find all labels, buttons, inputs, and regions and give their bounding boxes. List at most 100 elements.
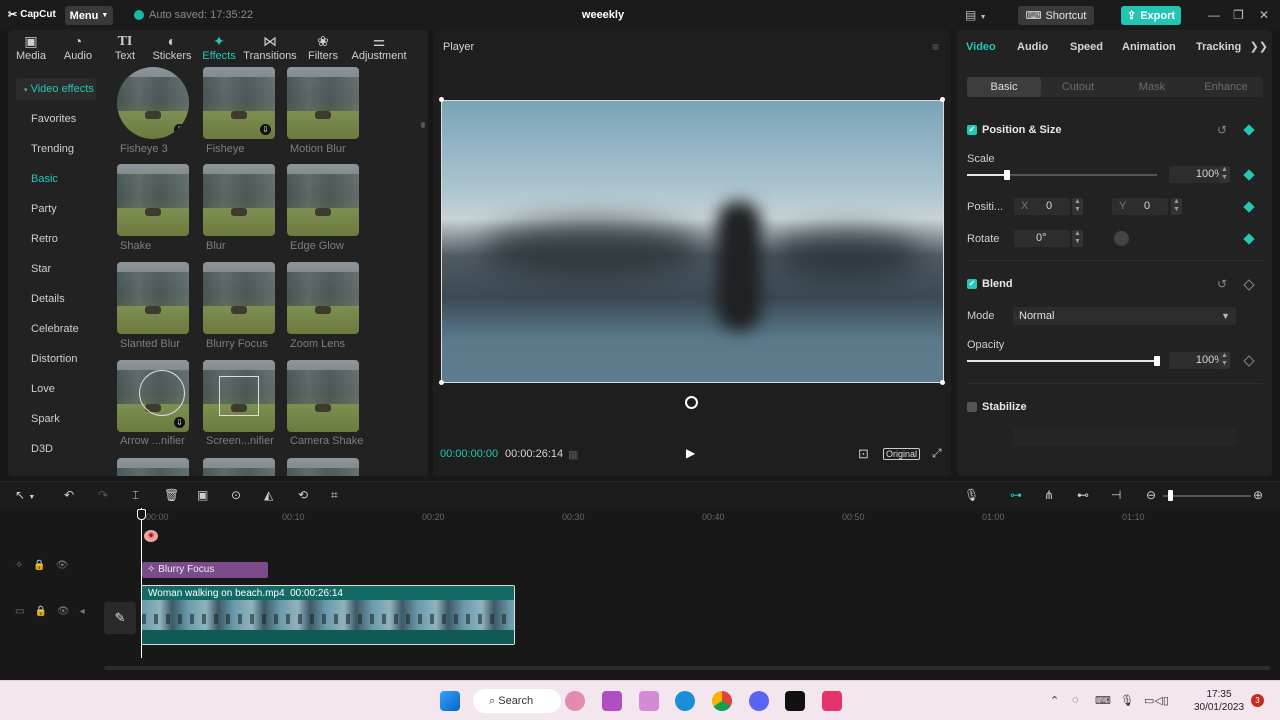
keyboard-icon[interactable]: ⌨	[1095, 694, 1111, 707]
scale-slider[interactable]	[967, 170, 1157, 180]
effect-thumb-zoom-lens[interactable]	[287, 262, 359, 334]
zoom-in-icon[interactable]: ⊕	[1253, 488, 1263, 502]
subtab-basic[interactable]: Basic	[967, 77, 1041, 97]
keyframe-icon[interactable]	[1243, 169, 1255, 181]
snap-icon[interactable]: ⋔	[1044, 488, 1054, 502]
category-party[interactable]: Party	[8, 194, 104, 224]
marker-icon[interactable]: ◉	[144, 530, 158, 542]
category-trending[interactable]: Trending	[8, 134, 104, 164]
lock-icon[interactable]: 🔒	[33, 560, 45, 571]
notification-badge[interactable]: 3	[1251, 694, 1264, 707]
ratio-button[interactable]: Original	[883, 448, 921, 460]
lock-icon[interactable]: 🔒	[34, 606, 46, 617]
tab-audio[interactable]: ◔ Audio	[54, 30, 102, 66]
effect-thumb-screen-magnifier[interactable]	[203, 360, 275, 432]
slider-knob[interactable]	[1154, 356, 1160, 366]
fullscreen-icon[interactable]: ⤢	[932, 446, 942, 461]
category-basic[interactable]: Basic	[8, 164, 104, 194]
tab-adjustment[interactable]: ⚌ Adjustment	[348, 30, 410, 66]
keyframe-icon[interactable]	[1243, 355, 1255, 367]
layout-icon[interactable]: ▤ ▼	[965, 8, 987, 22]
adobe-illustrator-icon[interactable]	[639, 691, 659, 711]
taskbar-search[interactable]: ⌕ Search	[473, 689, 561, 713]
effect-thumb-partial[interactable]	[203, 458, 275, 476]
keyframe-icon[interactable]	[1243, 201, 1255, 213]
slider-knob[interactable]	[1004, 170, 1010, 180]
tab-animation[interactable]: Animation	[1122, 41, 1196, 53]
project-title[interactable]: weeekly	[560, 9, 646, 21]
app-icon[interactable]	[602, 691, 622, 711]
rotate-handle-icon[interactable]	[685, 396, 698, 409]
category-distortion[interactable]: Distortion	[8, 344, 104, 374]
position-y-field[interactable]: Y0	[1112, 198, 1168, 215]
zoom-slider[interactable]	[1163, 495, 1251, 497]
undo-icon[interactable]: ↶	[64, 488, 74, 502]
blend-mode-select[interactable]: Normal ▼	[1013, 307, 1236, 325]
edit-cover-icon[interactable]: ✎	[104, 602, 136, 634]
stabilize-section[interactable]: Stabilize	[967, 401, 1027, 413]
checkbox-icon[interactable]	[967, 402, 977, 412]
rotate-stepper-icon[interactable]: ▲ ▼	[1072, 230, 1083, 247]
position-size-section[interactable]: ✓ Position & Size	[967, 124, 1061, 136]
effect-thumb-partial[interactable]	[117, 458, 189, 476]
rotate-dial-icon[interactable]	[1114, 231, 1129, 246]
zoom-slider-knob[interactable]	[1168, 490, 1173, 501]
tab-transitions[interactable]: ⋈ Transitions	[242, 30, 298, 66]
reset-icon[interactable]: ↺	[1217, 123, 1227, 137]
taskbar-clock[interactable]: 17:35 30/01/2023	[1193, 688, 1245, 714]
timeline-scrollbar[interactable]	[104, 666, 1270, 670]
redo-icon[interactable]: ↷	[98, 488, 108, 502]
effect-thumb-motion-blur[interactable]	[287, 67, 359, 139]
more-tabs-icon[interactable]: ❯❯	[1250, 40, 1268, 53]
effect-thumb-blurry-focus[interactable]	[203, 262, 275, 334]
chrome-icon[interactable]	[712, 691, 732, 711]
split-icon[interactable]: ⌶	[132, 488, 139, 503]
rotate-clip-icon[interactable]: ⟲	[298, 488, 308, 502]
discord-icon[interactable]	[749, 691, 769, 711]
opacity-stepper-icon[interactable]: ▲ ▼	[1219, 352, 1230, 369]
keyframe-icon[interactable]	[1243, 279, 1255, 291]
mirror-icon[interactable]: ◭	[264, 488, 273, 502]
capcut-taskbar-icon[interactable]	[785, 691, 805, 711]
tab-text[interactable]: TI Text	[102, 30, 148, 66]
y-stepper-icon[interactable]: ▲ ▼	[1171, 198, 1182, 215]
category-celebrate[interactable]: Celebrate	[8, 314, 104, 344]
audio-mute-icon[interactable]: ◂	[80, 606, 85, 617]
close-icon[interactable]: ✕	[1259, 8, 1269, 22]
category-star[interactable]: Star	[8, 254, 104, 284]
tab-stickers[interactable]: ◐ Stickers	[148, 30, 196, 66]
crop-icon[interactable]: ⌗	[331, 488, 338, 503]
edge-browser-icon[interactable]	[675, 691, 695, 711]
effect-thumb-partial[interactable]	[287, 458, 359, 476]
effect-thumb-arrow-magnifier[interactable]: ⇩	[117, 360, 189, 432]
subtab-cutout[interactable]: Cutout	[1041, 77, 1115, 97]
tiktok-icon[interactable]	[822, 691, 842, 711]
subtab-enhance[interactable]: Enhance	[1189, 77, 1263, 97]
effect-thumb-slanted-blur[interactable]	[117, 262, 189, 334]
select-cursor-icon[interactable]: ↖ ▼	[15, 488, 35, 502]
eye-icon[interactable]: 👁	[57, 606, 70, 617]
effect-thumb-fisheye[interactable]: ⇩	[203, 67, 275, 139]
effect-thumb-shake[interactable]	[117, 164, 189, 236]
zoom-out-icon[interactable]: ⊖	[1146, 488, 1156, 502]
chevron-up-icon[interactable]: ⌃	[1050, 694, 1059, 707]
freeze-icon[interactable]: ▣	[197, 488, 208, 502]
resize-handle[interactable]	[940, 97, 945, 102]
play-icon[interactable]: ▶	[686, 446, 695, 460]
tab-audio[interactable]: Audio	[1017, 41, 1070, 53]
hamburger-menu-icon[interactable]: ≡	[932, 40, 939, 54]
position-x-field[interactable]: X0	[1014, 198, 1070, 215]
delete-icon[interactable]: 🗑	[164, 488, 179, 502]
microphone-icon[interactable]: 🎙	[1120, 694, 1134, 707]
keyframe-icon[interactable]	[1243, 124, 1255, 136]
timecode-grid-icon[interactable]: ▦	[568, 448, 578, 461]
tab-speed[interactable]: Speed	[1070, 41, 1122, 53]
eye-icon[interactable]: 👁	[56, 560, 69, 571]
export-button[interactable]: ⇪ Export	[1121, 6, 1181, 25]
checkbox-icon[interactable]: ✓	[967, 279, 977, 289]
category-header-video-effects[interactable]: ▾ Video effects	[16, 78, 96, 100]
rotate-value[interactable]: 0°	[1014, 230, 1070, 247]
link-icon[interactable]: ⊷	[1077, 488, 1089, 502]
reverse-icon[interactable]: ⊙	[231, 488, 241, 502]
effect-thumb-blur[interactable]	[203, 164, 275, 236]
